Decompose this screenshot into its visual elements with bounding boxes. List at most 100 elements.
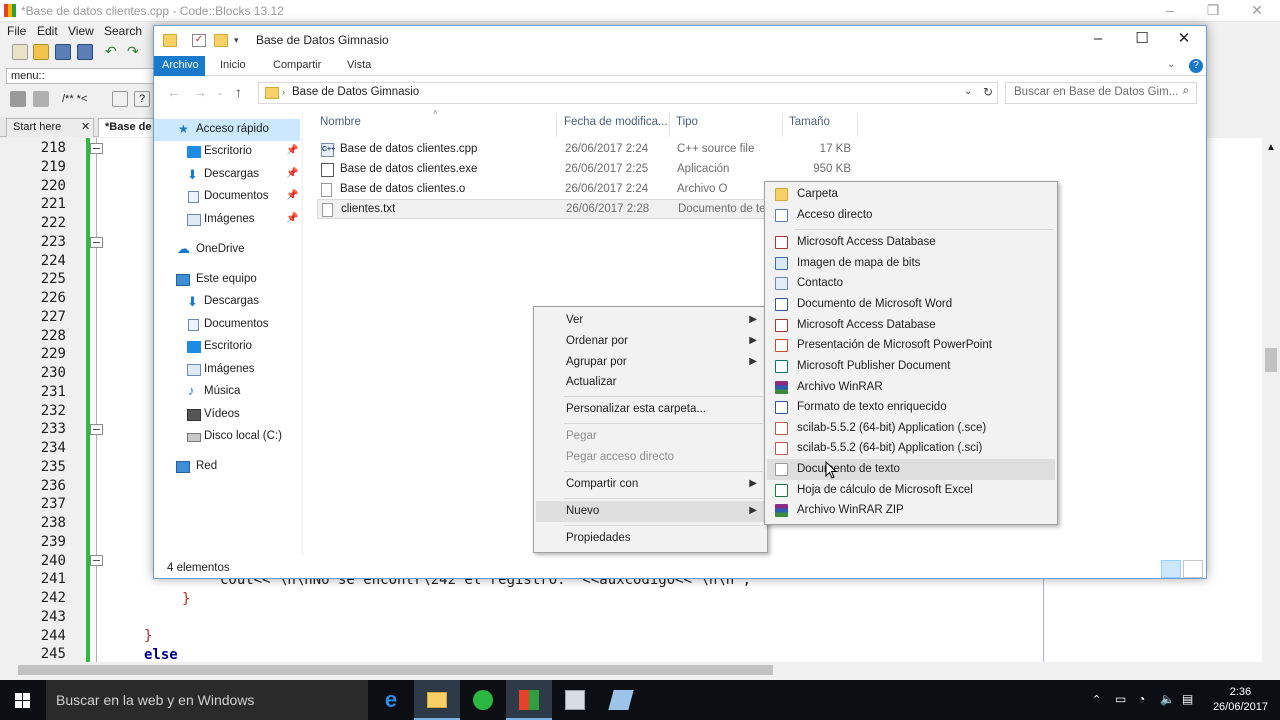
forward-icon[interactable]: →: [193, 84, 207, 100]
calculator-app[interactable]: [552, 680, 598, 720]
build-icon[interactable]: [10, 91, 26, 107]
maximize-icon[interactable]: ☐: [1120, 26, 1164, 54]
clock[interactable]: 2:36 26/06/2017: [1213, 685, 1268, 715]
tab-close-icon[interactable]: ✕: [81, 119, 90, 136]
search-input[interactable]: Buscar en Base de Datos Gim... ⌕: [1005, 82, 1197, 104]
up-icon[interactable]: ↑: [235, 84, 242, 100]
menu-edit[interactable]: Edit: [37, 24, 58, 38]
menu-view[interactable]: View: [68, 24, 94, 38]
new-item-winrar[interactable]: Archivo WinRAR: [767, 377, 1055, 398]
menu-item-pegar-acceso-directo[interactable]: Pegar acceso directo: [536, 447, 765, 468]
column-separator[interactable]: [669, 113, 670, 137]
restore-icon[interactable]: ❐: [1190, 0, 1236, 22]
new-item-access-database[interactable]: Microsoft Access Database: [767, 232, 1055, 253]
tab-compartir[interactable]: Compartir: [265, 56, 329, 76]
new-item-powerpoint[interactable]: Presentación de Microsoft PowerPoint: [767, 335, 1055, 356]
column-separator[interactable]: [782, 113, 783, 137]
address-field[interactable]: › Base de Datos Gimnasio ⌄ ↻: [258, 82, 998, 104]
battery-icon[interactable]: ▭: [1115, 692, 1131, 720]
bookmark-icon[interactable]: [112, 91, 128, 107]
new-file-icon[interactable]: [12, 44, 28, 60]
nav-descargas[interactable]: ⬇ Descargas 📌: [154, 164, 300, 186]
properties-icon[interactable]: ✓: [192, 34, 206, 47]
undo-icon[interactable]: ↶: [105, 44, 121, 60]
new-item-access-database-2[interactable]: Microsoft Access Database: [767, 315, 1055, 336]
nav-pc-imagenes[interactable]: Imágenes: [154, 359, 300, 381]
menu-item-nuevo[interactable]: Nuevo ▶: [536, 501, 765, 522]
column-separator[interactable]: [556, 113, 557, 137]
minimize-icon[interactable]: –: [1076, 26, 1120, 54]
open-icon[interactable]: [33, 44, 49, 60]
menu-item-ver[interactable]: Ver ▶: [536, 310, 765, 331]
breadcrumb[interactable]: Base de Datos Gimnasio: [292, 86, 419, 98]
file-row[interactable]: C++ Base de datos clientes.cpp 26/06/201…: [317, 140, 937, 160]
new-item-bitmap[interactable]: Imagen de mapa de bits: [767, 253, 1055, 274]
column-separator[interactable]: [857, 113, 858, 137]
scroll-up-icon[interactable]: ▲: [1266, 142, 1276, 153]
editor-horizontal-scrollbar[interactable]: [0, 662, 1262, 678]
comment-icon[interactable]: /** *<: [62, 91, 104, 107]
new-item-rtf[interactable]: Formato de texto enriquecido: [767, 397, 1055, 418]
nav-este-equipo[interactable]: Este equipo: [154, 269, 300, 291]
expand-ribbon-icon[interactable]: ⌄: [1167, 59, 1175, 70]
column-header-date[interactable]: Fecha de modifica...: [564, 116, 668, 140]
details-view-icon[interactable]: [1161, 560, 1181, 578]
nav-red[interactable]: Red: [154, 456, 300, 478]
nav-escritorio[interactable]: Escritorio 📌: [154, 141, 300, 163]
nav-pc-documentos[interactable]: Documentos: [154, 314, 300, 336]
redo-icon[interactable]: ↷: [127, 44, 143, 60]
fold-marker-icon[interactable]: [90, 237, 103, 248]
menu-item-ordenar-por[interactable]: Ordenar por ▶: [536, 331, 765, 352]
file-row[interactable]: Base de datos clientes.exe 26/06/2017 2:…: [317, 160, 937, 180]
nav-pc-videos[interactable]: Vídeos: [154, 404, 300, 426]
save-all-icon[interactable]: [77, 44, 93, 60]
help-icon[interactable]: ?: [134, 91, 150, 107]
menu-file[interactable]: File: [7, 24, 26, 38]
new-item-scilab-sce[interactable]: scilab-5.5.2 (64-bit) Application (.sce): [767, 418, 1055, 439]
tab-archivo[interactable]: Archivo: [154, 56, 205, 76]
new-item-documento-de-texto[interactable]: Documento de texto: [767, 459, 1055, 480]
customize-qa-icon[interactable]: ▾: [234, 34, 248, 47]
address-dropdown-icon[interactable]: ⌄: [964, 86, 972, 97]
nav-pc-musica[interactable]: ♪ Música: [154, 381, 300, 403]
new-folder-icon[interactable]: [214, 34, 228, 47]
nav-pc-escritorio[interactable]: Escritorio: [154, 336, 300, 358]
save-icon[interactable]: [55, 44, 71, 60]
app-pinned[interactable]: [598, 680, 644, 720]
minimize-icon[interactable]: –: [1147, 0, 1193, 22]
nav-pc-disco-local[interactable]: Disco local (C:): [154, 426, 300, 448]
search-icon[interactable]: ⌕: [1183, 85, 1189, 98]
editor-vertical-scrollbar[interactable]: ▲: [1262, 138, 1280, 662]
scroll-thumb[interactable]: [18, 665, 773, 675]
notifications-icon[interactable]: ▤: [1182, 692, 1198, 720]
new-item-acceso-directo[interactable]: Acceso directo: [767, 205, 1055, 226]
tab-inicio[interactable]: Inicio: [212, 56, 254, 76]
large-icons-view-icon[interactable]: [1183, 560, 1203, 578]
taskbar-search[interactable]: Buscar en la web y en Windows: [46, 680, 368, 720]
nav-imagenes[interactable]: Imágenes 📌: [154, 209, 300, 231]
file-explorer-app[interactable]: [414, 680, 460, 720]
whatsapp-app[interactable]: [460, 680, 506, 720]
nav-quick-access[interactable]: ★ Acceso rápido: [154, 119, 300, 141]
codeblocks-app[interactable]: [506, 680, 552, 720]
new-item-contacto[interactable]: Contacto: [767, 273, 1055, 294]
run-icon[interactable]: [33, 91, 49, 107]
column-header-size[interactable]: Tamaño: [789, 116, 830, 140]
menu-item-actualizar[interactable]: Actualizar: [536, 372, 765, 393]
edge-app[interactable]: e: [368, 680, 414, 720]
start-button[interactable]: [0, 680, 46, 720]
close-icon[interactable]: ✕: [1162, 26, 1206, 54]
menu-search[interactable]: Search: [104, 24, 142, 38]
tab-vista[interactable]: Vista: [339, 56, 379, 76]
fold-marker-icon[interactable]: [90, 555, 103, 566]
back-icon[interactable]: ←: [167, 84, 181, 100]
column-header-name[interactable]: Nombre: [320, 116, 361, 140]
help-icon[interactable]: ?: [1189, 59, 1203, 73]
nav-onedrive[interactable]: ☁ OneDrive: [154, 239, 300, 261]
refresh-icon[interactable]: ↻: [983, 85, 993, 99]
breadcrumb-chevron-icon[interactable]: ›: [282, 87, 285, 97]
recent-locations-icon[interactable]: ⌄: [216, 87, 224, 98]
menu-item-propiedades[interactable]: Propiedades: [536, 528, 765, 549]
menu-item-compartir-con[interactable]: Compartir con ▶: [536, 474, 765, 495]
tab-start-here[interactable]: Start here ✕: [6, 118, 94, 137]
